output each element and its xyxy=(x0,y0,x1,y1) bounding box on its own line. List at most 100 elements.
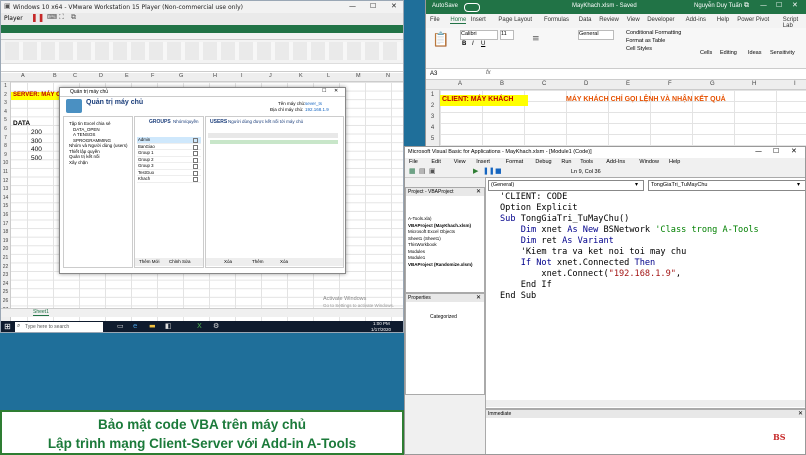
guest-formula-bar[interactable] xyxy=(1,64,403,72)
vba-menu-debug[interactable]: Debug xyxy=(535,159,551,165)
close-button[interactable]: ✕ xyxy=(391,2,397,10)
bold-button[interactable]: B xyxy=(462,41,466,47)
remove-user-button[interactable]: Xóa xyxy=(280,259,288,264)
excel-view-icon[interactable]: ▦ xyxy=(409,167,416,175)
ribbon-tab-review[interactable]: Review xyxy=(599,17,619,23)
align-icon[interactable]: ≡ xyxy=(532,34,540,44)
store-icon[interactable]: ◧ xyxy=(165,322,172,330)
ideas-button[interactable]: Ideas xyxy=(748,50,761,56)
ribbon-tab-file[interactable]: File xyxy=(430,17,440,23)
add-group-button[interactable]: Thêm Mới xyxy=(139,259,159,264)
sensitivity-button[interactable]: Sensitivity xyxy=(770,50,795,56)
excel-taskbar-icon[interactable]: X xyxy=(197,322,202,330)
dialog-close-button[interactable]: ✕ xyxy=(334,88,338,94)
paste-icon[interactable]: 📋 xyxy=(432,32,449,48)
properties-categorized-tab[interactable]: Categorized xyxy=(430,314,457,320)
vba-menu-insert[interactable]: Insert xyxy=(476,159,490,165)
maximize-button[interactable]: ☐ xyxy=(370,2,376,10)
insert-module-icon[interactable]: ▤ xyxy=(419,167,426,175)
ribbon-tab-view[interactable]: View xyxy=(627,17,640,23)
dialog-maximize-button[interactable]: ☐ xyxy=(322,88,326,94)
task-view-icon[interactable]: ▭ xyxy=(117,322,124,330)
remove-group-button[interactable]: Xóa xyxy=(224,259,232,264)
unity-icon[interactable]: ⧉ xyxy=(71,13,76,22)
maximize-button[interactable]: ☐ xyxy=(776,1,782,9)
group-checkbox[interactable] xyxy=(193,164,198,169)
file-explorer-icon[interactable]: ▬ xyxy=(149,322,156,330)
ribbon-tab-developer[interactable]: Developer xyxy=(647,17,674,23)
vba-menu-file[interactable]: File xyxy=(409,159,418,165)
reset-icon[interactable]: ■ xyxy=(495,167,502,175)
procedure-combo[interactable]: TongGiaTri_TuMayChu ▾ xyxy=(648,180,805,191)
properties-close-icon[interactable]: ✕ xyxy=(476,294,481,301)
vba-menu-tools[interactable]: Tools xyxy=(580,159,593,165)
player-menu[interactable]: Player xyxy=(4,15,23,22)
close-button[interactable]: ✕ xyxy=(792,1,798,9)
vba-menu-view[interactable]: View xyxy=(454,159,466,165)
project-close-icon[interactable]: ✕ xyxy=(476,188,481,195)
taskbar-search-box[interactable]: ⌕ Type here to search xyxy=(15,322,103,332)
minimize-button[interactable]: — xyxy=(760,1,767,9)
vba-menu-window[interactable]: Window xyxy=(639,159,659,165)
italic-button[interactable]: I xyxy=(472,41,474,47)
tree-item[interactable]: Xây chặn xyxy=(67,160,132,166)
cells-group[interactable]: Cells xyxy=(700,50,712,56)
code-horizontal-scrollbar[interactable] xyxy=(486,400,805,407)
function-icon[interactable]: fx xyxy=(486,70,491,76)
immediate-close-icon[interactable]: ✕ xyxy=(798,410,803,417)
ribbon-tab-help[interactable]: Help xyxy=(717,17,729,23)
font-size-box[interactable]: 11 xyxy=(500,30,514,40)
edge-icon[interactable]: e xyxy=(133,322,137,330)
minimize-button[interactable]: — xyxy=(755,147,762,155)
number-format-box[interactable]: General xyxy=(578,30,614,40)
underline-button[interactable]: U xyxy=(481,41,485,47)
ribbon-tab-formulas[interactable]: Formulas xyxy=(544,17,569,23)
group-row[interactable]: Khach xyxy=(137,176,201,183)
cell-styles-button[interactable]: Cell Styles xyxy=(626,46,652,52)
format-as-table-button[interactable]: Format as Table xyxy=(626,38,665,44)
user-row[interactable] xyxy=(210,140,338,144)
code-editor[interactable]: 'CLIENT: CODE Option Explicit Sub TongGi… xyxy=(500,192,800,402)
fullscreen-icon[interactable]: ⛶ xyxy=(59,13,64,22)
editing-group[interactable]: Editing xyxy=(720,50,737,56)
group-checkbox[interactable] xyxy=(193,138,198,143)
vba-menu-help[interactable]: Help xyxy=(669,159,680,165)
ribbon-tab-data[interactable]: Data xyxy=(579,17,592,23)
ribbon-tab-insert[interactable]: Insert xyxy=(471,17,486,23)
ribbon-tab-page-layout[interactable]: Page Layout xyxy=(498,17,532,23)
pause-icon[interactable]: ❚❚ xyxy=(31,13,44,22)
project-tree-item[interactable]: VBAProject (Randomize.xlsm) xyxy=(408,262,482,269)
break-icon[interactable]: ❚❚ xyxy=(483,167,495,175)
group-checkbox[interactable] xyxy=(193,170,198,176)
ribbon-tab-home[interactable]: Home xyxy=(450,17,467,24)
tree-item[interactable]: Nhóm và Người dùng (users) xyxy=(67,143,132,149)
close-button[interactable]: ✕ xyxy=(791,147,797,155)
sheet-tab[interactable]: Sheet1 xyxy=(33,309,49,316)
group-checkbox[interactable] xyxy=(193,157,198,163)
conditional-formatting-button[interactable]: Conditional Formatting xyxy=(626,30,681,36)
tree-item[interactable]: A TENSOS SPROGRAMMING xyxy=(67,132,132,143)
vba-menu-format[interactable]: Format xyxy=(506,159,523,165)
ribbon-display-icon[interactable]: ⧉ xyxy=(744,1,749,10)
vba-menu-run[interactable]: Run xyxy=(561,159,571,165)
font-name-box[interactable]: Calibri xyxy=(460,30,498,40)
save-icon[interactable]: ▣ xyxy=(429,167,436,175)
ribbon-tab-add-ins[interactable]: Add-ins xyxy=(686,17,706,23)
group-checkbox[interactable] xyxy=(193,144,198,150)
vba-menu-addins[interactable]: Add-Ins xyxy=(606,159,625,165)
run-icon[interactable]: ▶ xyxy=(473,167,478,175)
group-checkbox[interactable] xyxy=(193,177,198,182)
add-user-button[interactable]: Thêm xyxy=(252,259,264,264)
send-ctrl-alt-del-icon[interactable]: ⌨ xyxy=(47,13,57,21)
autosave-toggle[interactable] xyxy=(464,3,480,12)
windows-start-icon[interactable]: ⊞ xyxy=(4,322,11,331)
ribbon-tab-power-pivot[interactable]: Power Pivot xyxy=(737,17,769,23)
name-box[interactable]: A3 xyxy=(430,71,437,77)
client-label-cell[interactable]: CLIENT: MÁY KHÁCH xyxy=(440,95,528,106)
edit-group-button[interactable]: Chỉnh Sửa xyxy=(169,259,191,264)
maximize-button[interactable]: ☐ xyxy=(773,147,779,155)
object-combo[interactable]: (General) ▾ xyxy=(488,180,644,191)
group-checkbox[interactable] xyxy=(193,151,198,156)
vba-menu-edit[interactable]: Edit xyxy=(431,159,440,165)
settings-icon[interactable]: ⚙ xyxy=(213,322,219,330)
